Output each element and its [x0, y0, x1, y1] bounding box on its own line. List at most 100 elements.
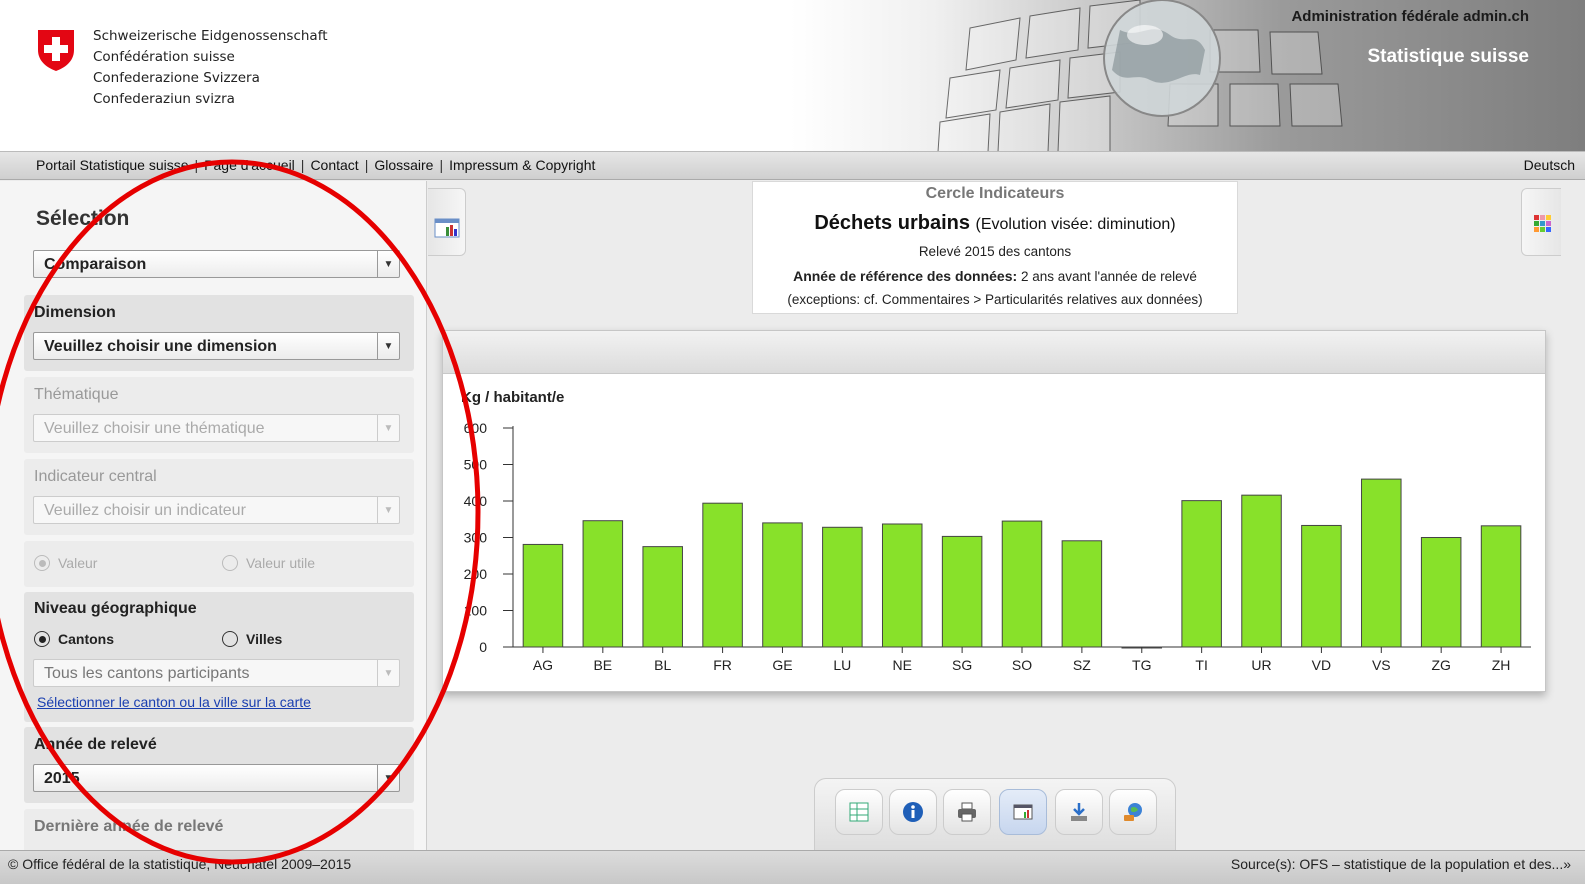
radio-valeur-label: Valeur	[58, 555, 98, 571]
radio-valeur-utile[interactable]: Valeur utile	[222, 555, 315, 571]
chevron-down-icon: ▼	[377, 415, 399, 441]
bar-VS	[1361, 478, 1402, 648]
chart-view-tab[interactable]	[428, 188, 466, 256]
bar-UR	[1241, 494, 1282, 648]
geo-label: Niveau géographique	[34, 600, 197, 617]
copyright-text: © Office fédéral de la statistique, Neuc…	[8, 856, 352, 872]
chart-panel: Kg / habitant/e 0 100 200 300 400 500 600 AG BE BL…	[442, 330, 1546, 692]
radio-selected-icon	[34, 555, 50, 571]
indicateur-label: Indicateur central	[34, 468, 157, 485]
footer: © Office fédéral de la statistique, Neuc…	[0, 850, 1585, 884]
annee-select-value: 2015	[44, 770, 80, 787]
nav-link-contact[interactable]: Contact	[310, 157, 358, 173]
info-reference-label: Année de référence des données:	[793, 268, 1018, 284]
admin-link[interactable]: Administration fédérale admin.ch	[1291, 8, 1529, 25]
chart-button[interactable]	[999, 789, 1047, 835]
annee-label: Année de relevé	[34, 736, 157, 753]
map-select-link[interactable]: Sélectionner le canton ou la ville sur l…	[37, 694, 311, 710]
nav-link-glossaire[interactable]: Glossaire	[374, 157, 433, 173]
dimension-label: Dimension	[34, 304, 116, 321]
radio-empty-icon	[222, 555, 238, 571]
nav-separator: |	[300, 157, 305, 173]
bar-AG	[522, 543, 564, 648]
source-link[interactable]: Source(s): OFS – statistique de la popul…	[1231, 856, 1571, 872]
header: Schweizerische Eidgenossenschaft Confédé…	[0, 0, 1585, 152]
thematique-select[interactable]: Veuillez choisir une thématique ▼	[33, 414, 400, 442]
bar-BE	[582, 520, 624, 648]
selection-title: Sélection	[36, 207, 130, 230]
mode-select[interactable]: Comparaison ▼	[33, 250, 400, 278]
x-tick-label: ZG	[1431, 657, 1450, 673]
radio-cantons-label: Cantons	[58, 631, 114, 647]
share-button[interactable]	[1109, 789, 1157, 835]
bar-VD	[1301, 524, 1342, 648]
swiss-coat-of-arms-icon	[38, 30, 74, 71]
action-toolbar	[814, 778, 1176, 850]
radio-cantons[interactable]: Cantons	[34, 631, 114, 647]
share-icon	[1124, 803, 1142, 821]
annee-select[interactable]: 2015 ▼	[33, 764, 400, 792]
nav-link-impressum[interactable]: Impressum & Copyright	[449, 157, 595, 173]
x-tick-label: BL	[654, 657, 671, 673]
indicateur-select[interactable]: Veuillez choisir un indicateur ▼	[33, 496, 400, 524]
info-survey-line: Relevé 2015 des cantons	[918, 244, 1072, 259]
info-button[interactable]	[889, 789, 937, 835]
radio-villes-label: Villes	[246, 631, 283, 647]
dimension-select-value: Veuillez choisir une dimension	[44, 338, 277, 355]
bar-NE	[881, 523, 923, 648]
radio-villes[interactable]: Villes	[222, 631, 282, 647]
indicator-info-box: Cercle Indicateurs Déchets urbains (Evol…	[752, 181, 1238, 314]
bar-GE	[762, 522, 803, 648]
indicator-title: Déchets urbains (Evolution visée: diminu…	[753, 212, 1237, 235]
confederation-names: Schweizerische Eidgenossenschaft Confédé…	[93, 26, 328, 110]
bar-SO	[1001, 520, 1043, 648]
name-de: Schweizerische Eidgenossenschaft	[93, 28, 328, 44]
radio-valeur-utile-label: Valeur utile	[246, 555, 316, 571]
nav-links: Portail Statistique suisse | Page d'accue…	[36, 157, 595, 173]
nav-separator: |	[194, 157, 199, 173]
x-tick-label: FR	[713, 657, 732, 673]
thematique-select-value: Veuillez choisir une thématique	[44, 420, 265, 437]
bar-SG	[941, 535, 983, 648]
x-tick-label: GE	[772, 657, 792, 673]
bar-ZH	[1480, 525, 1522, 648]
color-legend-tab[interactable]	[1521, 188, 1561, 256]
x-tick-label: TI	[1195, 657, 1207, 673]
x-tick-label: VD	[1312, 657, 1331, 673]
x-tick-label: VS	[1372, 657, 1391, 673]
info-exceptions-line: (exceptions: cf. Commentaires > Particul…	[787, 292, 1203, 307]
chevron-down-icon: ▼	[377, 497, 399, 523]
y-tick-label: 400	[464, 493, 488, 509]
print-icon	[958, 802, 976, 822]
x-tick-label: AG	[533, 657, 553, 673]
nav-link-accueil[interactable]: Page d'accueil	[204, 157, 295, 173]
download-button[interactable]	[1055, 789, 1103, 835]
chevron-down-icon: ▼	[377, 765, 399, 791]
x-tick-label: SO	[1012, 657, 1032, 673]
indicator-title-note: (Evolution visée: diminution)	[975, 216, 1176, 233]
name-it: Confederazione Svizzera	[93, 70, 260, 86]
download-icon	[1071, 803, 1087, 821]
palette-grid-icon	[1534, 215, 1551, 232]
bar-chart-icon	[434, 218, 460, 238]
x-tick-label: TG	[1132, 657, 1151, 673]
nav-link-portail[interactable]: Portail Statistique suisse	[36, 157, 189, 173]
info-reference-line: Année de référence des données: 2 ans av…	[753, 268, 1237, 284]
x-tick-label: UR	[1251, 657, 1271, 673]
radio-valeur[interactable]: Valeur	[34, 555, 97, 571]
bar-BL	[642, 546, 683, 648]
print-button[interactable]	[943, 789, 991, 835]
dimension-select[interactable]: Veuillez choisir une dimension ▼	[33, 332, 400, 360]
info-icon	[903, 802, 923, 822]
language-switch[interactable]: Deutsch	[1524, 157, 1575, 173]
chevron-down-icon: ▼	[377, 251, 399, 277]
table-button[interactable]	[835, 789, 883, 835]
chevron-down-icon: ▼	[377, 660, 399, 686]
nav-separator: |	[364, 157, 369, 173]
name-rm: Confederaziun svizra	[93, 91, 235, 107]
thematique-label: Thématique	[34, 386, 119, 403]
mode-select-value: Comparaison	[44, 256, 147, 273]
canton-select[interactable]: Tous les cantons participants ▼	[33, 659, 400, 687]
chevron-down-icon: ▼	[377, 333, 399, 359]
info-subtitle: Cercle Indicateurs	[925, 185, 1065, 202]
